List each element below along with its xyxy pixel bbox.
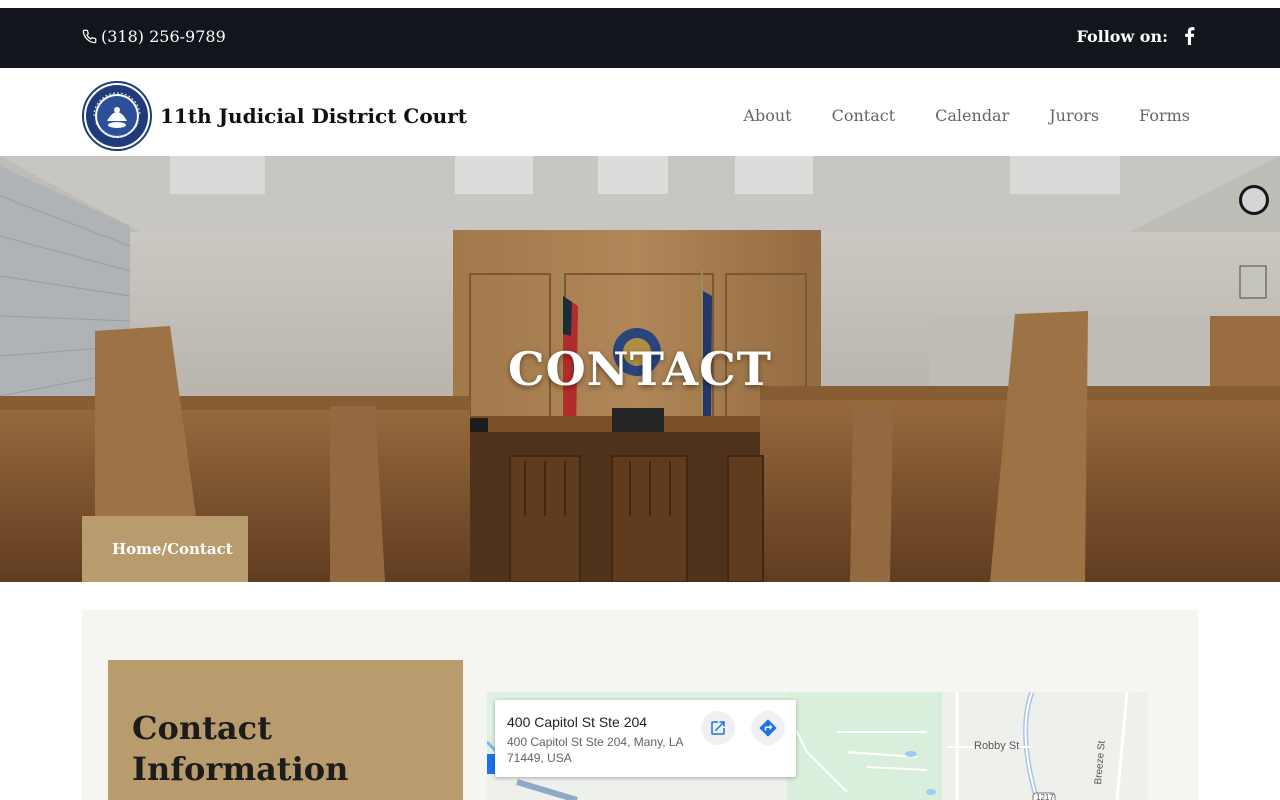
phone-icon [82,29,97,44]
follow-on: Follow on: [1076,26,1196,46]
top-bar: (318) 256-9789 Follow on: [0,8,1280,68]
phone-link[interactable]: (318) 256-9789 [82,27,226,46]
contact-heading: Contact Information [132,709,349,788]
map-place-title: 400 Capitol St Ste 204 [507,714,648,730]
contact-info-box: Contact Information [108,660,463,800]
nav-forms[interactable]: Forms [1139,106,1190,125]
top-strip [0,0,1280,8]
map-route-shield: 1217 [1036,793,1054,800]
contact-section: Contact Information Robby St Breeze St 1… [82,610,1198,800]
nav-contact[interactable]: Contact [832,106,896,125]
page-title: CONTACT [508,342,772,396]
site-header: 11th Judicial District Court About Conta… [0,68,1280,156]
main-nav: About Contact Calendar Jurors Forms [703,106,1190,125]
map-street-label-robby: Robby St [974,740,1020,752]
facebook-icon[interactable] [1182,26,1196,46]
nav-about[interactable]: About [743,106,791,125]
map-place-address: 400 Capitol St Ste 204, Many, LA 71449, … [507,735,683,765]
court-seal-logo[interactable] [82,81,152,151]
site-title[interactable]: 11th Judicial District Court [160,104,467,128]
google-map[interactable]: Robby St Breeze St 1217 400 Capitol St S… [487,692,1148,800]
follow-label: Follow on: [1076,26,1168,46]
nav-calendar[interactable]: Calendar [935,106,1009,125]
breadcrumb-current: Contact [167,540,233,558]
directions-icon[interactable] [751,711,785,745]
breadcrumb-home[interactable]: Home [112,540,162,558]
map-place-card: 400 Capitol St Ste 204 400 Capitol St St… [495,700,796,777]
breadcrumb: Home/Contact [82,516,248,582]
open-in-new-icon[interactable] [701,711,735,745]
hero-banner: CONTACT Home/Contact [0,156,1280,582]
phone-number[interactable]: (318) 256-9789 [101,27,226,46]
nav-jurors[interactable]: Jurors [1049,106,1099,125]
